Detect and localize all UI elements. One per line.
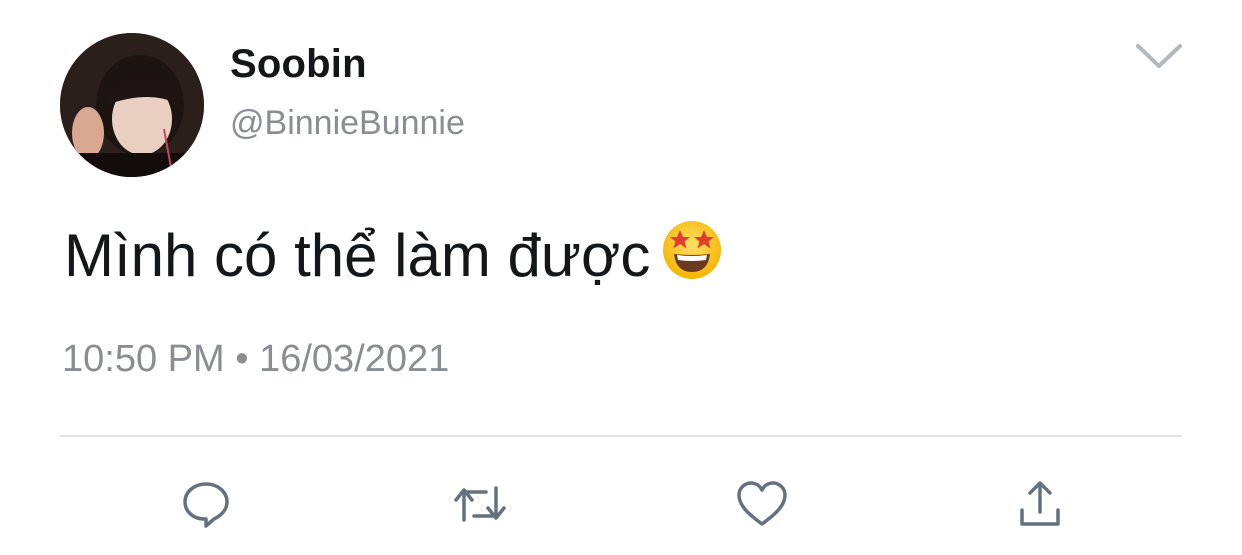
reply-icon [183, 482, 229, 528]
retweet-button[interactable] [452, 476, 508, 532]
like-button[interactable] [734, 476, 790, 532]
tweet-timestamp[interactable]: 10:50 PM • 16/03/2021 [62, 338, 449, 381]
star-struck-emoji [660, 218, 724, 282]
author-handle[interactable]: @BinnieBunnie [230, 104, 465, 143]
avatar[interactable] [60, 33, 204, 177]
chevron-down-icon[interactable] [1134, 38, 1184, 72]
tweet-card: Soobin @BinnieBunnie Mình có thể làm đượ… [0, 0, 1242, 555]
author-name[interactable]: Soobin [230, 42, 367, 87]
retweet-icon [454, 486, 506, 522]
share-icon [1020, 481, 1060, 526]
avatar-photo [60, 33, 204, 177]
like-icon [737, 481, 787, 526]
share-button[interactable] [1012, 476, 1068, 532]
tweet-text-content: Mình có thể làm được [64, 222, 651, 289]
divider [60, 435, 1182, 437]
reply-button[interactable] [178, 476, 234, 532]
tweet-text: Mình có thể làm được [64, 218, 724, 290]
